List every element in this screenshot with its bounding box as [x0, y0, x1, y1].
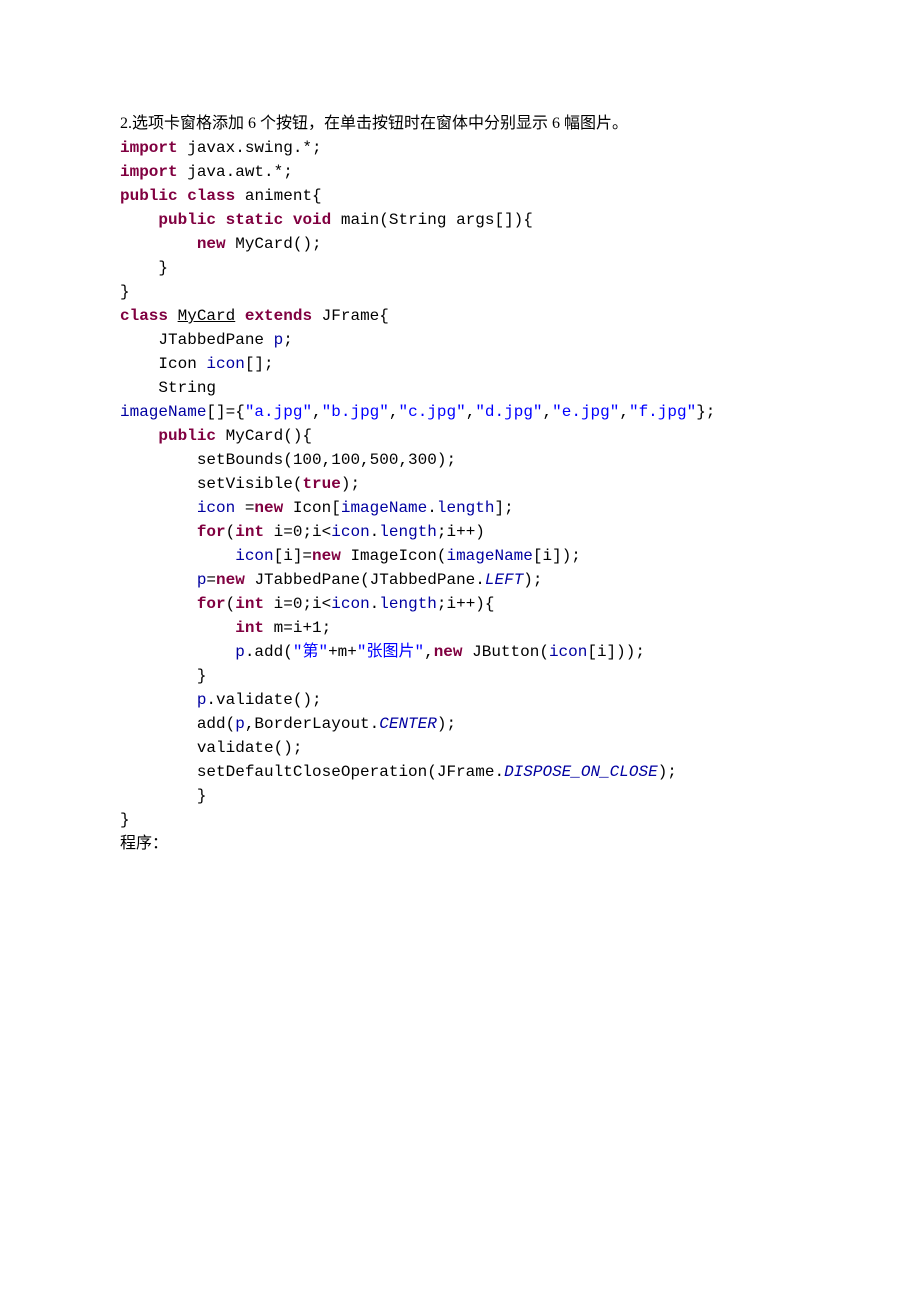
code-line: public MyCard(){ [120, 424, 800, 448]
code-line: JTabbedPane p; [120, 328, 800, 352]
footer-text: 程序： [120, 832, 800, 856]
code-line: int m=i+1; [120, 616, 800, 640]
code-line: public static void main(String args[]){ [120, 208, 800, 232]
code-line: import java.awt.*; [120, 160, 800, 184]
code-line: } [120, 280, 800, 304]
code-line: add(p,BorderLayout.CENTER); [120, 712, 800, 736]
code-line: p=new JTabbedPane(JTabbedPane.LEFT); [120, 568, 800, 592]
code-line: } [120, 784, 800, 808]
code-line: } [120, 664, 800, 688]
code-line: p.validate(); [120, 688, 800, 712]
code-line: icon[i]=new ImageIcon(imageName[i]); [120, 544, 800, 568]
code-line: validate(); [120, 736, 800, 760]
code-line: setVisible(true); [120, 472, 800, 496]
code-line: } [120, 808, 800, 832]
code-line: import javax.swing.*; [120, 136, 800, 160]
code-line: for(int i=0;i<icon.length;i++){ [120, 592, 800, 616]
code-line: public class animent{ [120, 184, 800, 208]
code-line: new MyCard(); [120, 232, 800, 256]
code-line: } [120, 256, 800, 280]
code-line: setBounds(100,100,500,300); [120, 448, 800, 472]
heading-text: 2.选项卡窗格添加 6 个按钮，在单击按钮时在窗体中分别显示 6 幅图片。 [120, 112, 800, 136]
code-line: class MyCard extends JFrame{ [120, 304, 800, 328]
document-content: 2.选项卡窗格添加 6 个按钮，在单击按钮时在窗体中分别显示 6 幅图片。 im… [120, 112, 800, 856]
code-line: p.add("第"+m+"张图片",new JButton(icon[i])); [120, 640, 800, 664]
code-line: icon =new Icon[imageName.length]; [120, 496, 800, 520]
code-line: String [120, 376, 800, 400]
code-line: imageName[]={"a.jpg","b.jpg","c.jpg","d.… [120, 400, 800, 424]
code-line: Icon icon[]; [120, 352, 800, 376]
code-line: setDefaultCloseOperation(JFrame.DISPOSE_… [120, 760, 800, 784]
code-line: for(int i=0;i<icon.length;i++) [120, 520, 800, 544]
